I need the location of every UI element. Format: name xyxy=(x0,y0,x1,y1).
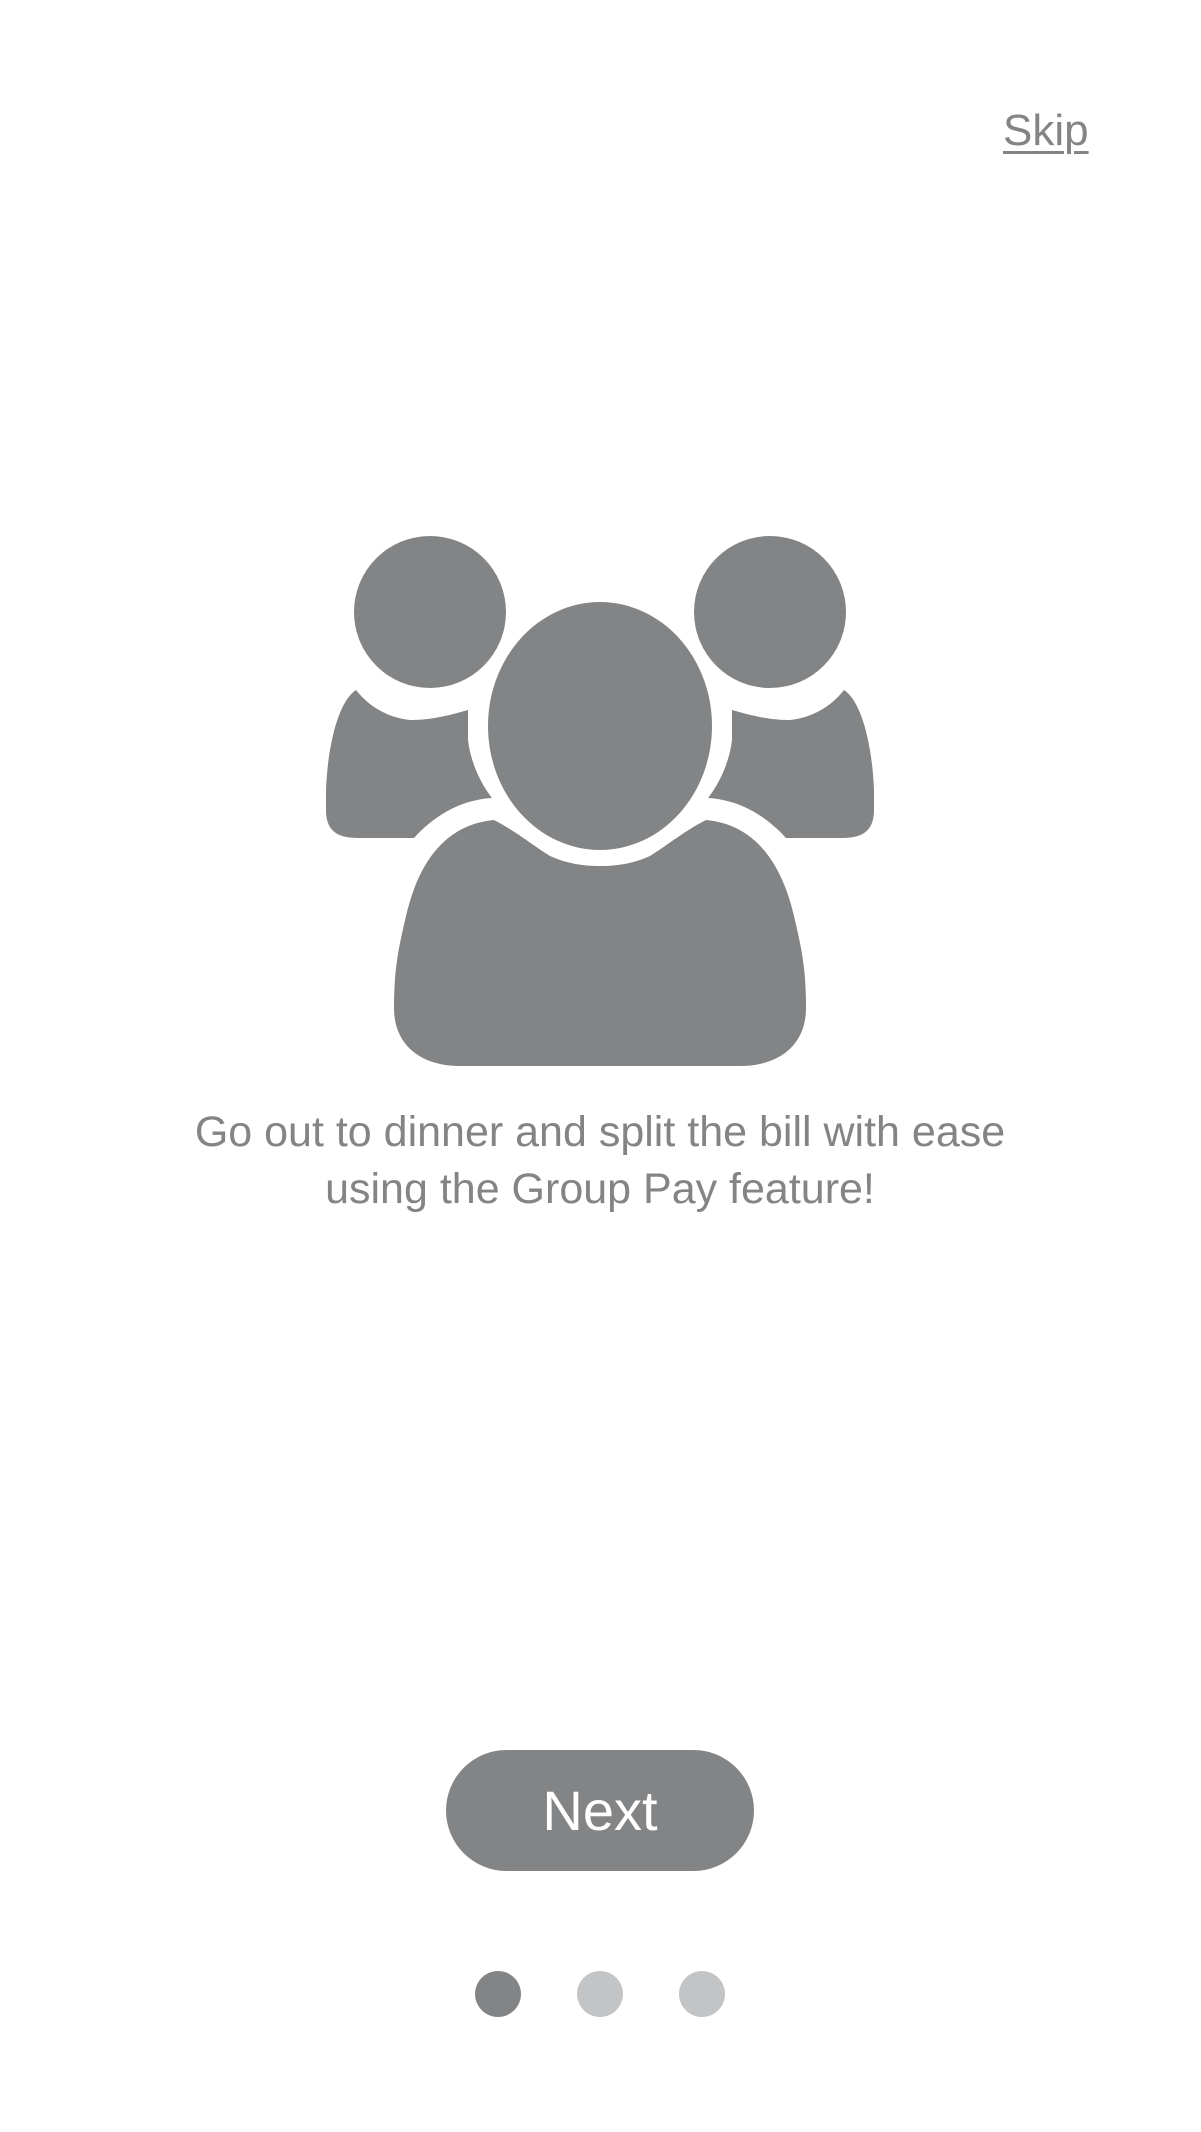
left-person-body xyxy=(326,690,492,839)
page-indicator xyxy=(0,1971,1201,2017)
page-dot-1-active[interactable] xyxy=(475,1971,521,2017)
onboarding-caption: Go out to dinner and split the bill with… xyxy=(194,1108,1006,1213)
page-dot-2[interactable] xyxy=(577,1971,623,2017)
page-dot-3[interactable] xyxy=(679,1971,725,2017)
left-person-head xyxy=(354,536,506,688)
center-person-head xyxy=(488,602,712,850)
group-people-icon xyxy=(310,530,890,1070)
skip-link[interactable]: Skip xyxy=(1003,106,1089,156)
right-person-head xyxy=(694,536,846,688)
next-button[interactable]: Next xyxy=(446,1750,754,1871)
center-person-body xyxy=(394,820,806,1066)
right-person-body xyxy=(708,690,874,839)
